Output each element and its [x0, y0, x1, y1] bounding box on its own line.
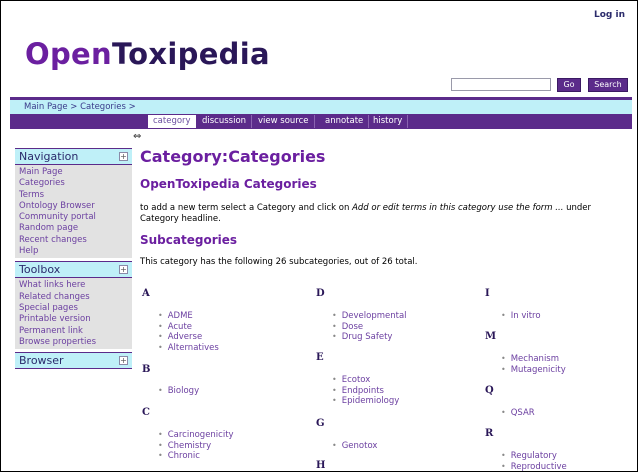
nav-help[interactable]: Help [15, 246, 132, 257]
toolbox-title: Toolbox + [15, 261, 132, 279]
letter-heading: C [142, 407, 150, 418]
section-heading-categories: OpenToxipedia Categories [140, 177, 317, 191]
tab-view-source[interactable]: view source [253, 115, 315, 128]
subcategory-list: Developmental Dose Drug Safety [332, 311, 407, 343]
list-item[interactable]: Dose [332, 322, 407, 333]
tab-history[interactable]: history [368, 115, 409, 128]
list-item[interactable]: Developmental [332, 311, 407, 322]
list-item[interactable]: Mechanism [501, 354, 566, 365]
list-item[interactable]: Drug Safety [332, 332, 407, 343]
letter-heading: G [316, 418, 325, 429]
page-title: Category:Categories [140, 147, 326, 166]
search-input[interactable] [451, 78, 551, 91]
logo-open: Open [25, 37, 112, 71]
subcategory-list: Genotox [332, 441, 378, 452]
subcategory-list: Ecotox Endpoints Epidemiology [332, 375, 400, 407]
letter-heading: R [485, 428, 494, 439]
resize-icon[interactable]: ⇔ [133, 131, 141, 142]
list-item[interactable]: Genotox [332, 441, 378, 452]
letter-heading: D [316, 288, 325, 299]
nav-random-page[interactable]: Random page [15, 223, 132, 234]
list-item[interactable]: Alternatives [158, 343, 219, 354]
tool-permanent-link[interactable]: Permanent link [15, 326, 132, 337]
sidebar: Navigation + Main Page Categories Terms … [15, 148, 132, 372]
list-item[interactable]: Epidemiology [332, 396, 400, 407]
list-item[interactable]: Chronic [158, 451, 234, 462]
nav-main-page[interactable]: Main Page [15, 167, 132, 178]
navigation-title-text: Navigation [19, 150, 79, 163]
nav-recent-changes[interactable]: Recent changes [15, 235, 132, 246]
search-button[interactable]: Search [588, 78, 628, 92]
list-item[interactable]: Mutagenicity [501, 365, 566, 376]
main-content: Category:Categories OpenToxipedia Catego… [140, 147, 630, 471]
list-item[interactable]: Endpoints [332, 386, 399, 397]
go-button[interactable]: Go [557, 78, 581, 92]
browser-title-text: Browser [19, 354, 64, 368]
section-heading-subcategories: Subcategories [140, 233, 238, 247]
subcategory-list: Mechanism Mutagenicity [501, 354, 566, 375]
navigation-portlet: Navigation + Main Page Categories Terms … [15, 148, 132, 259]
subcategory-count: This category has the following 26 subca… [140, 257, 418, 267]
nav-community-portal[interactable]: Community portal [15, 212, 132, 223]
site-logo[interactable]: OpenToxipedia [25, 37, 270, 71]
tab-bar: category discussion view source annotate… [10, 114, 632, 129]
toolbox-title-text: Toolbox [19, 263, 61, 277]
list-item[interactable]: ADME [158, 311, 219, 322]
subcategory-list: In vitro [501, 311, 541, 322]
breadcrumb-text[interactable]: Main Page > Categories > [24, 102, 136, 112]
letter-heading: M [485, 331, 497, 342]
list-item[interactable]: Adverse [158, 332, 219, 343]
list-item[interactable]: Regulatory [501, 451, 567, 462]
list-item[interactable]: Biology [158, 386, 199, 397]
toolbox-portlet: Toolbox + What links here Related change… [15, 261, 132, 350]
browser-title: Browser + [15, 352, 132, 370]
toolbox-list: What links here Related changes Special … [15, 278, 132, 350]
breadcrumb: Main Page > Categories > [10, 100, 632, 114]
tool-special-pages[interactable]: Special pages [15, 303, 132, 314]
subcategory-list: Carcinogenicity Chemistry Chronic [158, 430, 234, 462]
subcategory-list: QSAR [501, 408, 535, 419]
navigation-title: Navigation + [15, 148, 132, 165]
list-item[interactable]: Reproductive [501, 462, 567, 472]
letter-heading: I [485, 288, 490, 299]
list-item[interactable]: Ecotox [332, 375, 399, 386]
list-item[interactable]: Acute [158, 322, 219, 333]
login-link[interactable]: Log in [594, 10, 625, 20]
tool-related-changes[interactable]: Related changes [15, 292, 132, 303]
tool-what-links-here[interactable]: What links here [15, 280, 132, 291]
expand-icon[interactable]: + [119, 356, 128, 366]
logo-toxipedia: Toxipedia [111, 37, 270, 71]
intro-text-a: to add a new term select a Category and … [140, 203, 353, 213]
tab-annotate[interactable]: annotate [320, 115, 370, 128]
tool-browse-properties[interactable]: Browse properties [15, 337, 132, 348]
subcategory-list: Regulatory Reproductive [501, 451, 567, 472]
letter-heading: A [142, 288, 150, 299]
nav-ontology-browser[interactable]: Ontology Browser [15, 201, 132, 212]
expand-icon[interactable]: + [119, 265, 128, 275]
nav-categories[interactable]: Categories [15, 178, 132, 189]
intro-text: to add a new term select a Category and … [140, 203, 628, 225]
list-item[interactable]: Carcinogenicity [158, 430, 234, 441]
list-item[interactable]: Chemistry [158, 441, 234, 452]
tab-category[interactable]: category [148, 115, 196, 128]
page-frame: Log in OpenToxipedia Go Search Main Page… [0, 0, 638, 472]
subcategory-list: Biology [158, 386, 199, 397]
subcategory-list: ADME Acute Adverse Alternatives [158, 311, 219, 353]
letter-heading: B [142, 364, 151, 375]
intro-text-italic: Add or edit terms in this category use t… [352, 203, 564, 213]
list-item[interactable]: In vitro [501, 311, 541, 322]
nav-terms[interactable]: Terms [15, 190, 132, 201]
expand-icon[interactable]: + [119, 152, 128, 161]
tab-discussion[interactable]: discussion [197, 115, 253, 128]
list-item[interactable]: QSAR [501, 408, 535, 419]
letter-heading: Q [485, 385, 494, 396]
letter-heading: E [316, 352, 324, 363]
letter-heading: H [316, 460, 326, 471]
browser-portlet: Browser + [15, 352, 132, 370]
tool-printable-version[interactable]: Printable version [15, 314, 132, 325]
navigation-list: Main Page Categories Terms Ontology Brow… [15, 165, 132, 259]
